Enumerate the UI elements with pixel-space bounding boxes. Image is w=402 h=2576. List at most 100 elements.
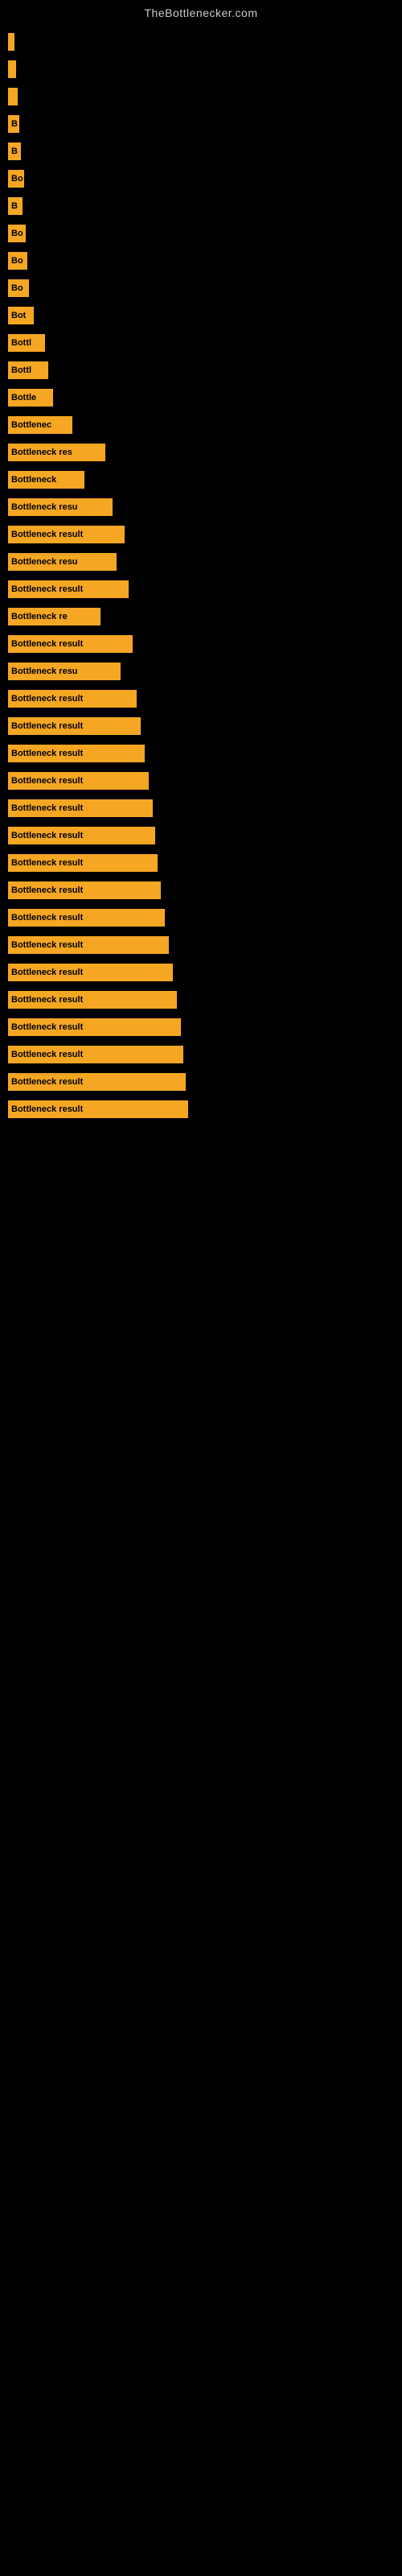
result-bar: Bottleneck resu	[8, 553, 117, 571]
result-bar: Bot	[8, 307, 34, 324]
bar-row: Bottleneck resu	[8, 496, 394, 518]
result-bar: Bottleneck result	[8, 717, 141, 735]
bar-row: Bottleneck resu	[8, 660, 394, 683]
result-bar: Bottleneck result	[8, 1100, 188, 1118]
bar-row: Bottle	[8, 386, 394, 409]
bar-label: Bottleneck result	[11, 831, 83, 840]
bar-row: Bottleneck result	[8, 578, 394, 601]
bar-row: Bottleneck result	[8, 523, 394, 546]
result-bar: B	[8, 197, 23, 215]
bar-label: Bo	[11, 256, 23, 266]
bar-label: Bo	[11, 174, 23, 184]
bar-label: Bottleneck result	[11, 995, 83, 1005]
site-title: TheBottlenecker.com	[0, 0, 402, 23]
bar-label: Bottleneck re	[11, 612, 68, 621]
bar-label: Bottleneck result	[11, 1022, 83, 1032]
bar-row: Bottleneck resu	[8, 551, 394, 573]
bar-label: Bo	[11, 229, 23, 238]
bar-label: Bottleneck result	[11, 858, 83, 868]
bar-label: Bottle	[11, 393, 36, 402]
result-bar: Bottleneck result	[8, 936, 169, 954]
bar-row: Bottleneck result	[8, 824, 394, 847]
bars-container: B B Bo B Bo Bo Bo Bot Bottl Bottl Bottle Bottlenec B…	[0, 23, 402, 1133]
bar-label: B	[11, 201, 18, 211]
bar-row: Bo	[8, 250, 394, 272]
result-bar: Bottleneck result	[8, 909, 165, 927]
bar-row: Bottlenec	[8, 414, 394, 436]
bar-label: Bottleneck resu	[11, 557, 78, 567]
bar-row: B	[8, 140, 394, 163]
result-bar: Bottleneck result	[8, 1046, 183, 1063]
result-bar: Bottlenec	[8, 416, 72, 434]
bar-row: Bottleneck result	[8, 906, 394, 929]
bar-row: Bottleneck re	[8, 605, 394, 628]
bar-row: Bottleneck result	[8, 852, 394, 874]
bar-label: Bottleneck result	[11, 639, 83, 649]
bar-row: Bottleneck result	[8, 961, 394, 984]
bar-label: Bottleneck result	[11, 530, 83, 539]
result-bar: Bottleneck result	[8, 1073, 186, 1091]
result-bar: B	[8, 142, 21, 160]
bar-label: Bottleneck result	[11, 749, 83, 758]
bar-label: Bottleneck result	[11, 1104, 83, 1114]
result-bar: Bottleneck resu	[8, 663, 121, 680]
result-bar	[8, 88, 18, 105]
bar-label: Bottleneck resu	[11, 502, 78, 512]
result-bar: B	[8, 115, 19, 133]
bar-row: Bottleneck result	[8, 879, 394, 902]
result-bar: Bo	[8, 252, 27, 270]
bar-row: Bottleneck result	[8, 1071, 394, 1093]
result-bar: Bottleneck result	[8, 991, 177, 1009]
bar-label: Bottleneck result	[11, 940, 83, 950]
bar-label: Bottleneck result	[11, 913, 83, 923]
bar-label: Bottleneck result	[11, 776, 83, 786]
bar-row: Bottleneck result	[8, 770, 394, 792]
bar-row: Bot	[8, 304, 394, 327]
bar-label: Bottleneck result	[11, 886, 83, 895]
result-bar: Bottleneck result	[8, 964, 173, 981]
result-bar: Bottle	[8, 389, 53, 407]
bar-row: Bo	[8, 167, 394, 190]
bar-row: Bottleneck result	[8, 1016, 394, 1038]
result-bar: Bottleneck result	[8, 745, 145, 762]
result-bar	[8, 33, 14, 51]
bar-row: Bottleneck res	[8, 441, 394, 464]
bar-label: Bot	[11, 311, 26, 320]
bar-label: B	[11, 119, 18, 129]
bar-label: Bottleneck result	[11, 584, 83, 594]
bar-row: Bottleneck result	[8, 1098, 394, 1121]
result-bar: Bottl	[8, 361, 48, 379]
bar-label: Bottleneck result	[11, 1050, 83, 1059]
bar-row: Bottleneck result	[8, 934, 394, 956]
bar-row: Bottleneck result	[8, 633, 394, 655]
bar-label: Bottleneck result	[11, 694, 83, 704]
result-bar: Bo	[8, 279, 29, 297]
bar-label: Bottleneck res	[11, 448, 72, 457]
bar-row: Bottl	[8, 332, 394, 354]
bar-row: Bo	[8, 222, 394, 245]
bar-row: Bottleneck result	[8, 687, 394, 710]
bar-row: B	[8, 195, 394, 217]
bar-label: Bo	[11, 283, 23, 293]
result-bar: Bottleneck result	[8, 772, 149, 790]
result-bar: Bottleneck resu	[8, 498, 113, 516]
result-bar: Bo	[8, 170, 24, 188]
bar-label: Bottleneck	[11, 475, 56, 485]
bar-label: Bottlenec	[11, 420, 51, 430]
result-bar: Bottleneck result	[8, 580, 129, 598]
result-bar: Bottleneck result	[8, 1018, 181, 1036]
result-bar: Bottleneck re	[8, 608, 100, 625]
bar-label: Bottleneck result	[11, 803, 83, 813]
bar-label: Bottleneck result	[11, 968, 83, 977]
bar-row	[8, 85, 394, 108]
bar-label: B	[11, 147, 18, 156]
result-bar: Bottleneck result	[8, 690, 137, 708]
result-bar: Bottleneck result	[8, 854, 158, 872]
bar-label: Bottleneck result	[11, 1077, 83, 1087]
bar-row	[8, 58, 394, 80]
bar-row: B	[8, 113, 394, 135]
result-bar: Bottl	[8, 334, 45, 352]
bar-row: Bo	[8, 277, 394, 299]
result-bar: Bottleneck res	[8, 444, 105, 461]
result-bar	[8, 60, 16, 78]
